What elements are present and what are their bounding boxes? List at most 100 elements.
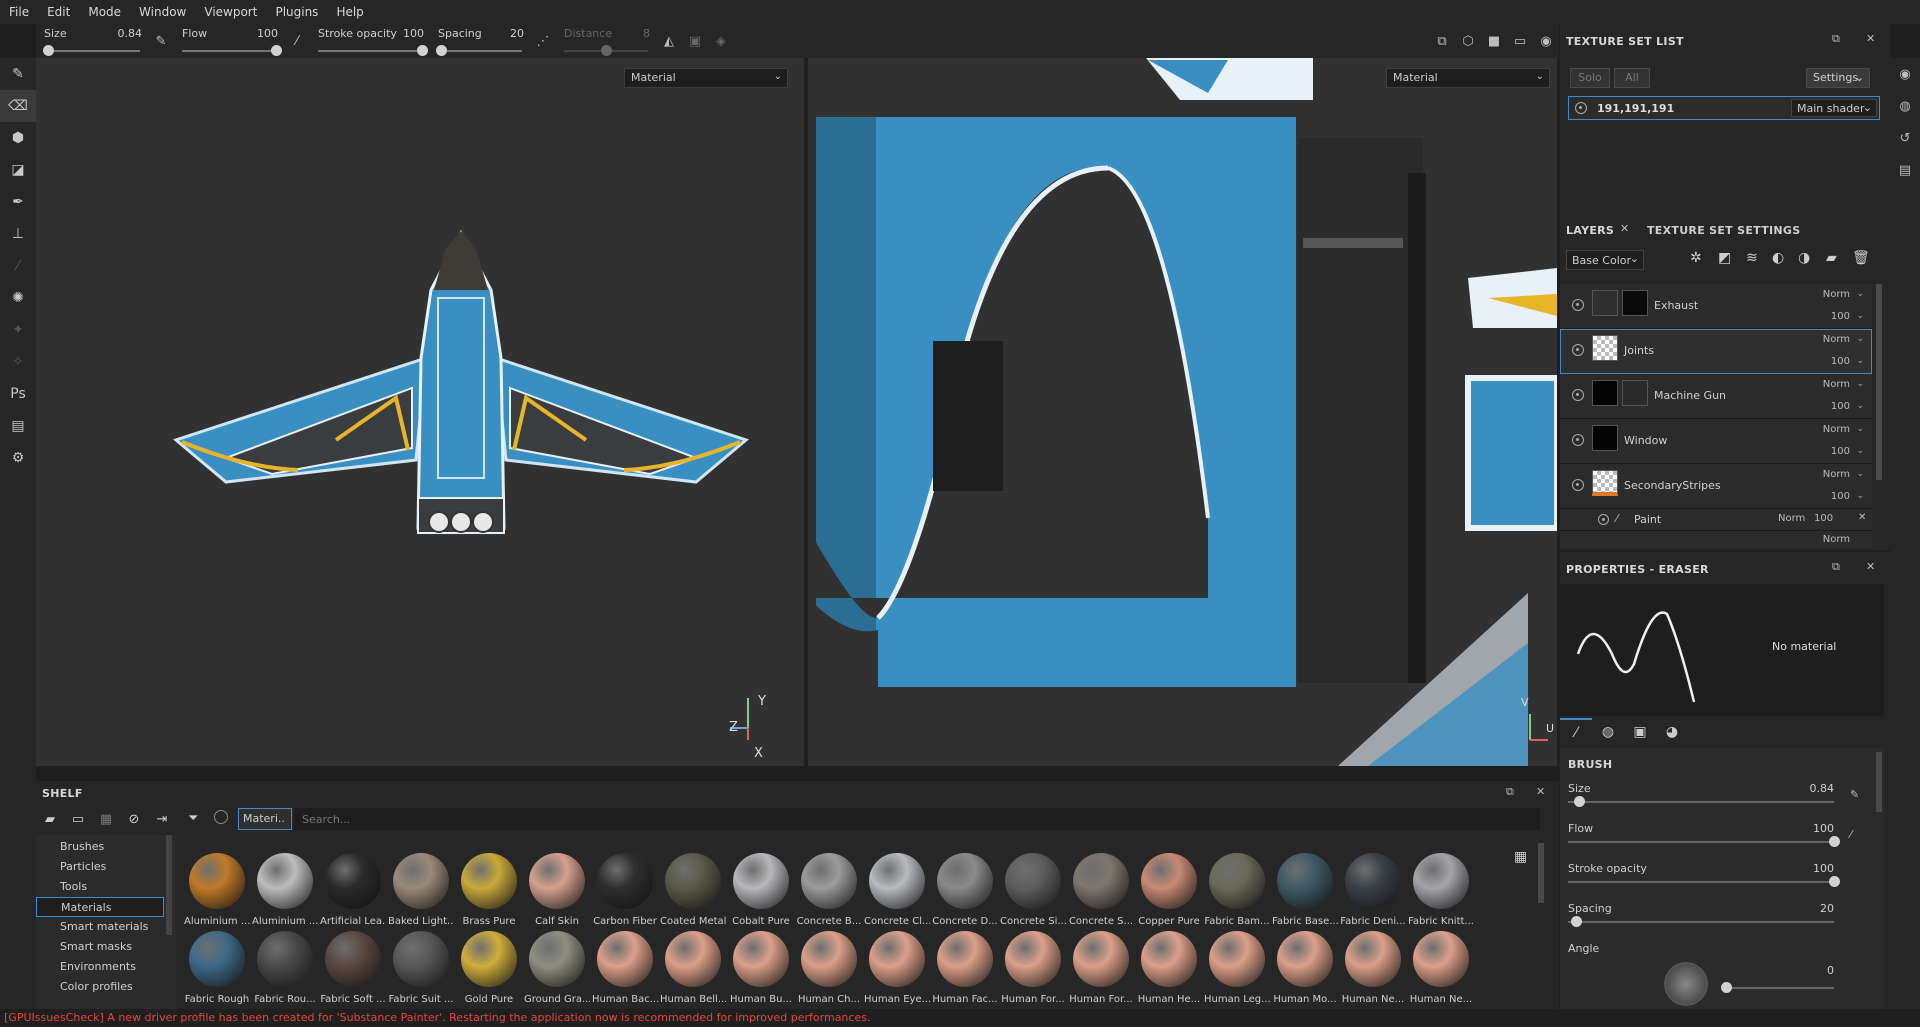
close-icon[interactable]: ✕ xyxy=(1858,512,1866,523)
viewport-3d-channel-select[interactable]: Material ⌄ xyxy=(624,68,788,88)
eraser-icon[interactable]: ⌫ xyxy=(0,90,36,122)
menu-file[interactable]: File xyxy=(0,5,38,19)
flow-knob[interactable] xyxy=(271,45,282,56)
blend-mode[interactable]: Norm xyxy=(1823,289,1850,300)
float-panel-icon[interactable]: ⧉ xyxy=(1506,785,1514,799)
material-item[interactable]: Fabric Soft ... xyxy=(320,931,386,1009)
visibility-eye-icon[interactable] xyxy=(1572,389,1584,401)
add-layer-stack-icon[interactable]: ≋ xyxy=(1746,250,1758,266)
layer-row-exhaust[interactable]: Exhaust Norm ⌄ 100 ⌄ xyxy=(1560,284,1872,329)
smudge-icon[interactable]: ✒ xyxy=(0,186,36,218)
tab-texture-set-settings[interactable]: TEXTURE SET SETTINGS xyxy=(1647,224,1800,237)
history-icon[interactable]: ↺ xyxy=(1890,122,1920,154)
flow-pressure-icon[interactable]: ⁄ xyxy=(284,26,310,56)
clone-stamp-icon[interactable]: ⊥ xyxy=(0,218,36,250)
category-smart-materials[interactable]: Smart materials xyxy=(36,917,176,937)
material-item[interactable]: Fabric Suit ... xyxy=(388,931,454,1009)
layer-opacity[interactable]: 100 xyxy=(1831,401,1850,412)
display-settings-icon[interactable]: ⧉ xyxy=(1429,26,1455,56)
refresh-icon[interactable] xyxy=(214,810,228,824)
size-slider[interactable]: Size 0.84 xyxy=(36,26,148,56)
size-value[interactable]: 0.84 xyxy=(118,27,143,40)
material-item[interactable]: Human Bu... xyxy=(728,931,794,1009)
stroke-opacity-knob[interactable] xyxy=(417,45,428,56)
menu-plugins[interactable]: Plugins xyxy=(266,5,327,19)
close-icon[interactable]: ✕ xyxy=(1620,222,1629,235)
visibility-eye-icon[interactable] xyxy=(1572,299,1584,311)
layer-row-machine-gun[interactable]: Machine Gun Norm ⌄ 100 ⌄ xyxy=(1560,374,1872,419)
prop-flow-value[interactable]: 100 xyxy=(1760,822,1834,835)
prop-angle-knob[interactable] xyxy=(1721,982,1732,993)
photoshop-export-icon[interactable]: Ps xyxy=(0,378,36,410)
layer-row-joints[interactable]: Joints Norm ⌄ 100 ⌄ xyxy=(1560,329,1872,374)
material-item[interactable]: Fabric Bam... xyxy=(1204,853,1270,931)
menu-help[interactable]: Help xyxy=(327,5,372,19)
sublayer-opacity[interactable]: 100 xyxy=(1814,513,1833,524)
material-item[interactable]: Aluminium ... xyxy=(252,853,318,931)
prop-stroke-opacity-knob[interactable] xyxy=(1829,876,1840,887)
blend-mode[interactable]: Norm xyxy=(1823,469,1850,480)
prop-spacing-value[interactable]: 20 xyxy=(1760,902,1834,915)
material-item[interactable]: Gold Pure xyxy=(456,931,522,1009)
texture-set-row[interactable]: 191,191,191 Main shader ⌄ xyxy=(1568,96,1880,120)
visibility-eye-icon[interactable] xyxy=(1572,344,1584,356)
shelf-search-input[interactable] xyxy=(294,808,1540,830)
viewport-3d[interactable]: Material ⌄ Y Z X xyxy=(36,58,804,766)
grid-view-icon[interactable]: ▦ xyxy=(1514,849,1527,865)
menu-window[interactable]: Window xyxy=(130,5,195,19)
new-file-icon[interactable]: ▭ xyxy=(64,812,92,827)
folder-icon[interactable]: ▰ xyxy=(36,812,64,827)
shelf-scrollbar[interactable] xyxy=(1538,843,1544,903)
size-knob[interactable] xyxy=(42,45,54,56)
shader-select[interactable]: Main shader ⌄ xyxy=(1791,99,1877,117)
projection-icon[interactable]: ⬢ xyxy=(0,122,36,154)
material-item[interactable]: Fabric Rough xyxy=(184,931,250,1009)
category-tools[interactable]: Tools xyxy=(36,877,176,897)
prop-spacing-knob[interactable] xyxy=(1570,916,1582,927)
add-paint-layer-icon[interactable]: ◑ xyxy=(1798,250,1810,266)
category-color-profiles[interactable]: Color profiles xyxy=(36,977,176,997)
view-mode-cube-icon[interactable]: ⬡ xyxy=(1455,26,1481,56)
viewport-2d-channel-select[interactable]: Material ⌄ xyxy=(1386,68,1550,88)
prop-size-knob[interactable] xyxy=(1573,796,1585,807)
sublayer-blend-mode[interactable]: Norm xyxy=(1778,513,1805,524)
add-effect-icon[interactable]: ✲ xyxy=(1690,250,1702,266)
import-icon[interactable]: ⇥ xyxy=(148,812,176,827)
blend-mode[interactable]: Norm xyxy=(1823,334,1850,345)
delete-layer-icon[interactable]: 🗑 xyxy=(1852,250,1870,266)
material-item[interactable]: Concrete D... xyxy=(932,853,998,931)
layer-row-window[interactable]: Window Norm ⌄ 100 ⌄ xyxy=(1560,419,1872,464)
layer-row-secondary-stripes[interactable]: SecondaryStripes Norm ⌄ 100 ⌄ xyxy=(1560,464,1872,509)
stencil-tab-icon[interactable]: ▣ xyxy=(1624,718,1656,746)
material-item[interactable]: Human For... xyxy=(1068,931,1134,1009)
channel-select[interactable]: Base Color ⌄ xyxy=(1566,250,1644,270)
layer-opacity[interactable]: 100 xyxy=(1831,446,1850,457)
shader-settings-icon[interactable]: ◍ xyxy=(1890,90,1920,122)
visibility-eye-icon[interactable] xyxy=(1572,434,1584,446)
material-item[interactable]: Copper Pure xyxy=(1136,853,1202,931)
material-item[interactable]: Human Ne... xyxy=(1408,931,1474,1009)
material-item[interactable]: Aluminium ... xyxy=(184,853,250,931)
layer-opacity[interactable]: 100 xyxy=(1831,311,1850,322)
float-panel-icon[interactable]: ⧉ xyxy=(1832,32,1840,46)
material-item[interactable]: Human Leg... xyxy=(1204,931,1270,1009)
material-item[interactable]: Human Eye... xyxy=(864,931,930,1009)
hide-icon[interactable]: ⊘ xyxy=(120,812,148,827)
material-tab-icon[interactable]: ◕ xyxy=(1656,718,1688,746)
log-icon[interactable]: ▤ xyxy=(1890,154,1920,186)
add-fill-layer-icon[interactable]: ◐ xyxy=(1772,250,1784,266)
pen-pressure-icon[interactable]: ✎ xyxy=(1850,788,1859,801)
visibility-eye-icon[interactable] xyxy=(1575,102,1587,114)
stroke-opacity-value[interactable]: 100 xyxy=(403,27,424,40)
prop-flow-knob[interactable] xyxy=(1829,836,1840,847)
blend-mode[interactable]: Norm xyxy=(1823,424,1850,435)
viewport-2d[interactable]: Material ⌄ V U xyxy=(808,58,1557,766)
add-mask-icon[interactable]: ◩ xyxy=(1718,250,1731,266)
prop-size-value[interactable]: 0.84 xyxy=(1760,782,1835,795)
resources-icon[interactable]: ▤ xyxy=(0,410,36,442)
alpha-tab-icon[interactable]: ◍ xyxy=(1592,718,1624,746)
menu-mode[interactable]: Mode xyxy=(79,5,130,19)
stroke-opacity-slider[interactable]: Stroke opacity 100 xyxy=(310,26,430,56)
material-item[interactable]: Fabric Rou... xyxy=(252,931,318,1009)
add-folder-icon[interactable]: ▰ xyxy=(1826,250,1837,266)
